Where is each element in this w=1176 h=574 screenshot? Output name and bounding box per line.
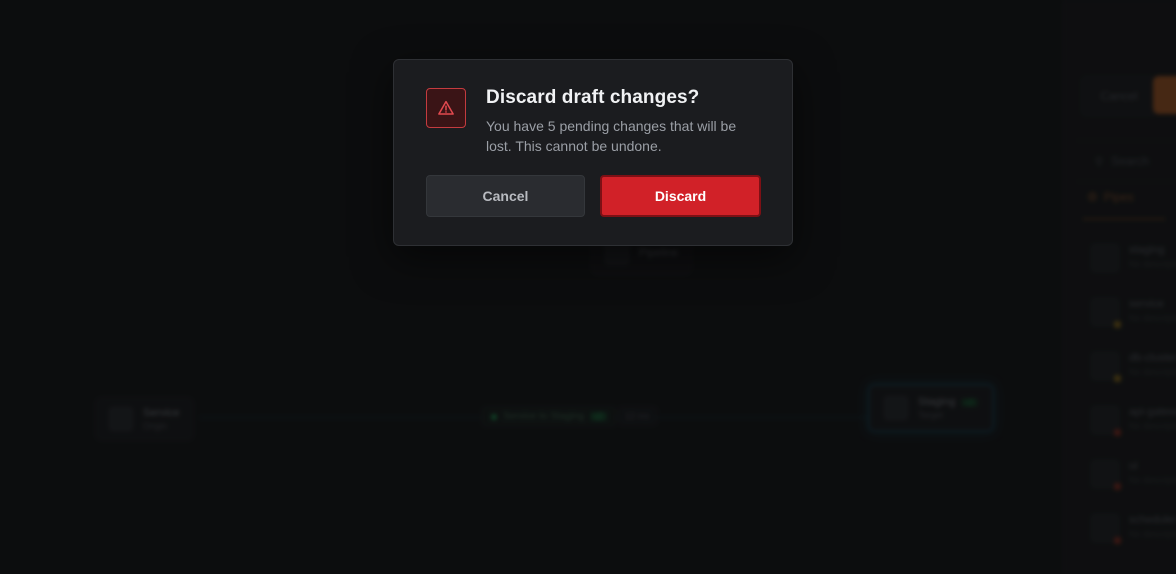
discard-button[interactable]: Discard — [600, 175, 761, 217]
discard-dialog: Discard draft changes? You have 5 pendin… — [393, 59, 793, 246]
dialog-message: You have 5 pending changes that will be … — [486, 118, 737, 154]
warning-triangle-glyph — [438, 100, 454, 115]
warning-triangle-icon — [426, 88, 466, 128]
dialog-title: Discard draft changes? — [486, 87, 700, 108]
cancel-button[interactable]: Cancel — [426, 175, 585, 217]
app-root: Pipeline Service Origin Service to Stagi… — [0, 0, 1176, 574]
